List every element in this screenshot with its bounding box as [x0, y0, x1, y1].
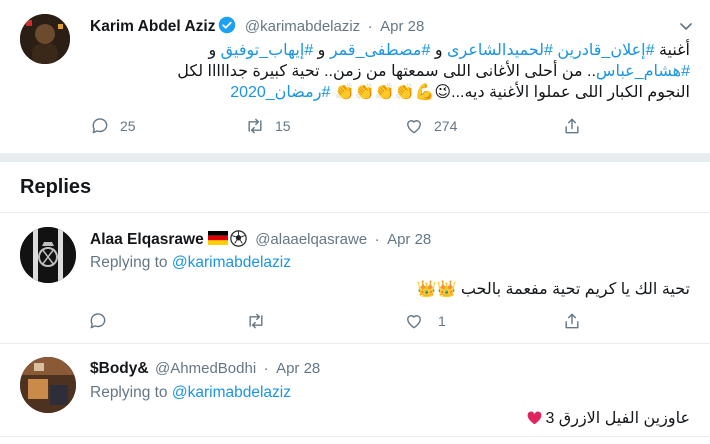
reply-header: Alaa Elqasrawe @alaaelqasrawe · Apr 28: [90, 230, 431, 249]
author-name[interactable]: $Body&: [90, 360, 149, 377]
replies-heading: Replies: [20, 176, 92, 198]
reply-text: تحية الك يا كريم تحية مفعمة بالحب 👑👑: [416, 281, 690, 298]
hashtag-link[interactable]: #لحميدالشاعرى: [447, 42, 553, 59]
tweet-text-line1: أغنية #إعلان_قادرين #لحميدالشاعرى و #مصط…: [208, 42, 691, 59]
share-button[interactable]: [562, 311, 582, 331]
divider: [0, 343, 710, 344]
share-icon: [565, 313, 579, 329]
retweet-count: 15: [275, 118, 291, 134]
divider: [0, 212, 710, 213]
author-handle[interactable]: @karimabdelaziz: [245, 18, 360, 35]
avatar[interactable]: [20, 14, 70, 64]
like-count: 274: [434, 118, 458, 134]
author-name[interactable]: Alaa Elqasrawe: [90, 231, 204, 248]
tweet-text-line3: النجوم الكبار اللى عملوا الأغنية ديه...😉…: [230, 84, 690, 101]
heart-icon: [407, 315, 421, 329]
tweet-date[interactable]: Apr 28: [380, 18, 424, 35]
soccer-ball-icon: [229, 230, 247, 247]
reply-text-row: عاوزين الفيل الازرق 3: [90, 408, 690, 428]
reply-date[interactable]: Apr 28: [276, 360, 320, 377]
tweet-header: Karim Abdel Aziz @karimabdelaziz · Apr 2…: [90, 16, 424, 36]
replying-to-link[interactable]: @karimabdelaziz: [172, 254, 291, 271]
tweet-text-line2: #هشام_عباس.. من أحلى الأغانى اللى سمعتها…: [177, 63, 690, 80]
replying-to-link[interactable]: @karimabdelaziz: [172, 384, 291, 401]
hashtag-link[interactable]: #مصطفى_قمر: [330, 42, 431, 59]
red-heart-icon: [527, 411, 542, 425]
heart-icon: [407, 120, 421, 134]
reply-icon: [90, 313, 106, 329]
replying-to: Replying to @karimabdelaziz: [90, 384, 291, 401]
like-button[interactable]: 274: [404, 116, 457, 136]
author-handle[interactable]: @AhmedBodhi: [155, 360, 256, 377]
retweet-button[interactable]: [246, 311, 276, 331]
reply-icon: [92, 118, 108, 134]
meta-separator: ·: [263, 360, 269, 377]
avatar[interactable]: [20, 357, 76, 413]
retweet-button[interactable]: 15: [245, 116, 291, 136]
share-button[interactable]: [562, 116, 582, 136]
hashtag-link[interactable]: #إيهاب_توفيق: [221, 42, 314, 59]
reply-button[interactable]: [88, 311, 118, 331]
share-icon: [565, 118, 579, 134]
meta-separator: ·: [367, 18, 373, 35]
author-name[interactable]: Karim Abdel Aziz: [90, 18, 215, 35]
reply-count: 25: [120, 118, 136, 134]
reply-text: عاوزين الفيل الازرق 3: [545, 410, 690, 427]
divider: [0, 436, 710, 437]
section-divider: [0, 153, 710, 162]
hashtag-link[interactable]: #هشام_عباس: [596, 63, 690, 80]
more-options-icon[interactable]: [676, 16, 696, 36]
reply-header: $Body& @AhmedBodhi · Apr 28: [90, 360, 320, 378]
reply-button[interactable]: 25: [90, 116, 136, 136]
hashtag-link[interactable]: #رمضان_2020: [230, 84, 330, 101]
reply-date[interactable]: Apr 28: [387, 231, 431, 248]
like-count: 1: [438, 313, 446, 329]
avatar[interactable]: [20, 227, 76, 283]
replying-to: Replying to @karimabdelaziz: [90, 254, 291, 271]
verified-badge-icon: [218, 16, 236, 34]
retweet-icon: [249, 313, 263, 329]
germany-flag-icon: [207, 231, 228, 245]
like-button[interactable]: 1: [404, 311, 446, 331]
hashtag-link[interactable]: #إعلان_قادرين: [557, 42, 654, 59]
tweet-text: أغنية #إعلان_قادرين #لحميدالشاعرى و #مصط…: [90, 40, 690, 103]
author-handle[interactable]: @alaaelqasrawe: [255, 231, 367, 248]
meta-separator: ·: [374, 231, 380, 248]
retweet-icon: [248, 118, 262, 134]
